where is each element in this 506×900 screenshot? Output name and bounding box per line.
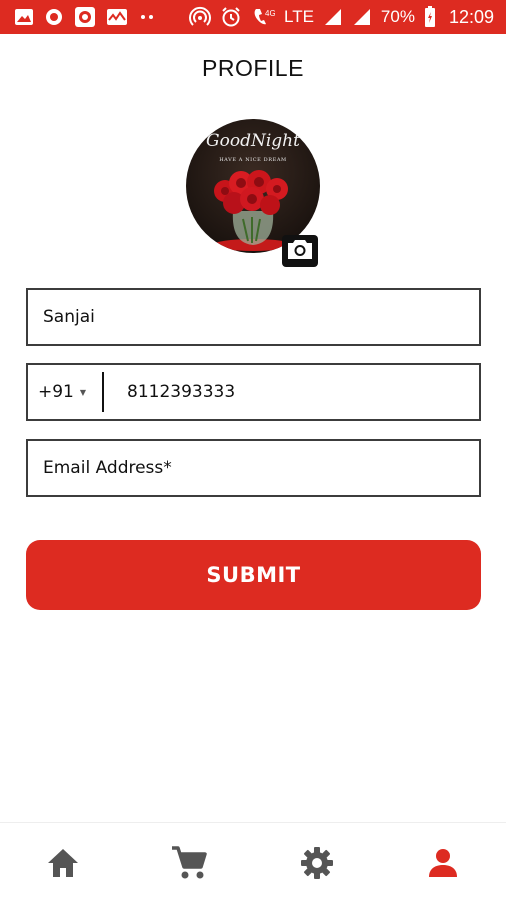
settings-icon	[299, 845, 335, 886]
status-right-icons: 4G LTE 70% 12:09	[189, 6, 494, 28]
nav-profile[interactable]	[423, 845, 463, 885]
circle-icon	[44, 7, 64, 27]
dots-icon	[138, 13, 156, 21]
network-type: LTE	[284, 7, 314, 26]
phone-input-value[interactable]: 8112393333	[104, 382, 235, 402]
signal-icon-2	[352, 7, 372, 27]
nav-settings[interactable]	[297, 845, 337, 885]
avatar-script-text: GoodNight	[206, 131, 300, 151]
nav-cart[interactable]	[169, 845, 209, 885]
avatar: GoodNight HAVE A NICE DREAM	[186, 119, 320, 253]
hotspot-icon	[189, 6, 211, 28]
avatar-caption-text: HAVE A NICE DREAM	[219, 157, 287, 163]
clock: 12:09	[448, 6, 494, 27]
camera-icon	[287, 238, 313, 265]
name-field[interactable]: Sanjai	[26, 288, 481, 346]
status-left-icons	[14, 6, 156, 28]
bottom-nav	[0, 822, 506, 900]
country-code-select[interactable]: +91 ▼	[28, 372, 104, 412]
alarm-icon	[220, 6, 242, 28]
avatar-container[interactable]: GoodNight HAVE A NICE DREAM	[186, 119, 322, 267]
battery-percent: 70%	[380, 7, 415, 26]
email-placeholder: Email Address*	[43, 458, 172, 478]
phone-field: +91 ▼ 8112393333	[26, 363, 481, 421]
svg-text:4G: 4G	[265, 9, 275, 18]
submit-button[interactable]: SUBMIT	[26, 540, 481, 610]
battery-icon	[424, 6, 436, 28]
chevron-down-icon: ▼	[79, 387, 87, 397]
nav-home[interactable]	[43, 845, 83, 885]
cart-icon	[170, 845, 208, 886]
status-bar: 4G LTE 70% 12:09	[0, 0, 506, 34]
record-icon	[74, 6, 96, 28]
page-title: PROFILE	[202, 55, 304, 81]
signal-icon	[323, 7, 343, 27]
profile-icon	[426, 846, 460, 885]
email-field[interactable]: Email Address*	[26, 439, 481, 497]
name-input-value[interactable]: Sanjai	[28, 307, 95, 327]
image-icon	[14, 8, 34, 26]
home-icon	[45, 846, 81, 885]
volte-icon: 4G	[251, 6, 275, 28]
activity-icon	[106, 8, 128, 26]
country-code-value: +91	[38, 382, 74, 402]
change-photo-button[interactable]	[282, 235, 318, 267]
